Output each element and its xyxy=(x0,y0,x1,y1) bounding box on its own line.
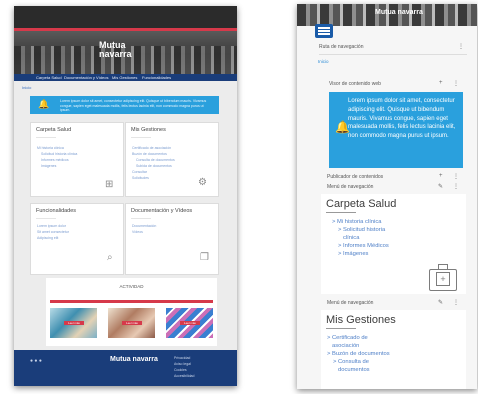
footer-logo[interactable]: Mutua navarra xyxy=(110,356,158,363)
nav-item-documentacion[interactable]: Documentación y Vídeos xyxy=(64,75,108,80)
activity-image[interactable]: Leer más xyxy=(108,308,155,338)
card-link[interactable]: Certificado de asociación xyxy=(132,146,171,150)
card-title: Carpeta Salud xyxy=(36,127,72,133)
activity-section: ACTIVIDAD Leer más Leer más Leer más xyxy=(46,278,217,346)
card-link[interactable]: Adipiscing elit xyxy=(37,236,58,240)
navigation-menu-label: Menú de navegación xyxy=(327,184,374,190)
title-rule xyxy=(36,218,56,219)
activity-accent-bar xyxy=(50,300,213,303)
footer-link[interactable]: Privacidad xyxy=(174,356,190,360)
info-banner-text: Lorem ipsum dolor sit amet, consectetur … xyxy=(60,99,207,112)
breadcrumb-home-link[interactable]: Inicio xyxy=(318,59,329,64)
footer: ● ● ● Mutua navarra Privacidad Aviso leg… xyxy=(14,350,237,386)
more-options-icon[interactable]: ⋮ xyxy=(453,183,459,190)
footer-link[interactable]: Accesibilidad xyxy=(174,374,194,378)
info-banner-text: Lorem ipsum dolor sit amet, consectetur … xyxy=(348,98,456,140)
card-link[interactable]: Mi historia clínica xyxy=(37,146,64,150)
card-link[interactable]: Subida de documentos xyxy=(136,164,172,168)
main-navigation: Carpeta Salud Documentación y Vídeos Mis… xyxy=(14,74,237,81)
social-icons[interactable]: ● ● ● xyxy=(30,358,42,364)
link-solicitud-historia-cont[interactable]: clínica xyxy=(343,234,359,242)
link-consulta-documentos-cont[interactable]: documentos xyxy=(338,366,370,374)
search-icon: ⌕ xyxy=(107,252,113,263)
card-funcionalidades: Funcionalidades Lorem ipsum dolor Sit am… xyxy=(30,203,124,275)
card-mis-gestiones: Mis Gestiones Certificado de asociación … xyxy=(125,122,219,197)
breadcrumb-home[interactable]: Inicio xyxy=(22,85,31,90)
nav-item-funcionalidades[interactable]: Funcionalidades xyxy=(142,75,171,80)
footer-link[interactable]: Cookies xyxy=(174,368,187,372)
link-consulta-documentos[interactable]: > Consulta de xyxy=(333,358,369,366)
top-bar xyxy=(14,6,237,28)
activity-title: ACTIVIDAD xyxy=(119,284,144,289)
menu-bar xyxy=(318,33,330,35)
read-more-button[interactable]: Leer más xyxy=(64,321,84,325)
card-carpeta-salud: Carpeta Salud Mi historia clínica Solici… xyxy=(30,122,124,197)
card-link[interactable]: Solicitudes xyxy=(132,176,149,180)
brand-logo[interactable]: Mutua navarra xyxy=(375,9,423,16)
more-options-icon[interactable]: ⋮ xyxy=(453,299,459,306)
card-link[interactable]: Documentación xyxy=(132,224,156,228)
mis-gestiones-panel: Mis Gestiones > Certificado de asociació… xyxy=(321,310,466,389)
activity-image[interactable]: Leer más xyxy=(166,308,213,338)
activity-image[interactable]: Leer más xyxy=(50,308,97,338)
menu-bar xyxy=(318,30,330,32)
card-link[interactable]: Vídeos xyxy=(132,230,143,234)
link-informes-medicos[interactable]: > Informes Médicos xyxy=(338,242,389,250)
web-content-fragment-label: Visor de contenido web xyxy=(329,81,381,87)
card-link[interactable]: Informes médicos xyxy=(41,158,69,162)
info-banner: 🔔 Lorem ipsum dolor sit amet, consectetu… xyxy=(30,96,219,114)
card-link[interactable]: Sit amet consectetur xyxy=(37,230,69,234)
card-title: Documentación y Vídeos xyxy=(131,208,193,214)
menu-bar xyxy=(318,27,330,29)
bell-icon: 🔔 xyxy=(38,99,50,109)
add-icon[interactable]: + xyxy=(439,173,443,179)
document-icon: ❐ xyxy=(200,252,209,263)
card-link[interactable]: Lorem ipsum dolor xyxy=(37,224,66,228)
card-title: Mis Gestiones xyxy=(131,127,166,133)
title-rule xyxy=(326,328,356,329)
link-historia-clinica[interactable]: > Mi historia clínica xyxy=(332,218,381,226)
link-certificado-cont[interactable]: asociación xyxy=(332,342,359,350)
read-more-button[interactable]: Leer más xyxy=(122,321,142,325)
medical-case-icon: ⊞ xyxy=(105,179,114,190)
title-rule xyxy=(131,137,151,138)
card-link[interactable]: Consulta de documentos xyxy=(136,158,175,162)
footer-link[interactable]: Aviso legal xyxy=(174,362,191,366)
card-title: Funcionalidades xyxy=(36,208,77,214)
card-link[interactable]: Imágenes xyxy=(41,164,56,168)
edit-icon[interactable]: ✎ xyxy=(438,299,443,306)
panel-title: Mis Gestiones xyxy=(326,314,396,326)
hamburger-menu-icon[interactable] xyxy=(315,24,333,38)
card-documentacion: Documentación y Vídeos Documentación Víd… xyxy=(125,203,219,275)
plus-icon: + xyxy=(436,272,450,286)
more-options-icon[interactable]: ⋮ xyxy=(453,173,459,180)
card-link[interactable]: Consultar xyxy=(132,170,147,174)
read-more-button[interactable]: Leer más xyxy=(180,321,200,325)
gears-icon: ⚙ xyxy=(198,177,207,188)
nav-item-mis-gestiones[interactable]: Mis Gestiones xyxy=(112,75,137,80)
more-options-icon[interactable]: ⋮ xyxy=(453,80,459,87)
link-certificado[interactable]: > Certificado de xyxy=(327,334,368,342)
title-rule xyxy=(326,212,356,213)
mobile-preview: Mutua navarra Ruta de navegación ⋮ Inici… xyxy=(297,4,477,389)
info-banner: 🔔 Lorem ipsum dolor sit amet, consectetu… xyxy=(329,92,463,168)
title-rule xyxy=(36,137,56,138)
more-options-icon[interactable]: ⋮ xyxy=(458,43,464,50)
link-buzon-documentos[interactable]: > Buzón de documentos xyxy=(327,350,390,358)
brand-logo[interactable]: Mutua navarra xyxy=(99,41,141,67)
link-imagenes[interactable]: > Imágenes xyxy=(338,250,368,258)
card-link[interactable]: Buzón de documentos xyxy=(132,152,167,156)
title-rule xyxy=(131,218,151,219)
divider xyxy=(319,54,467,55)
card-link[interactable]: Solicitud historia clínica xyxy=(41,152,77,156)
desktop-preview: Mutua navarra Carpeta Salud Documentació… xyxy=(14,6,237,386)
add-icon[interactable]: + xyxy=(439,80,443,86)
panel-title: Carpeta Salud xyxy=(326,198,397,210)
navigation-menu-label: Menú de navegación xyxy=(327,300,374,306)
content-publisher-label: Publicador de contenidos xyxy=(327,174,384,180)
nav-item-carpeta-salud[interactable]: Carpeta Salud xyxy=(36,75,62,80)
breadcrumb-fragment-label: Ruta de navegación xyxy=(319,44,364,50)
link-solicitud-historia[interactable]: > Solicitud historia xyxy=(338,226,385,234)
edit-icon[interactable]: ✎ xyxy=(438,183,443,190)
